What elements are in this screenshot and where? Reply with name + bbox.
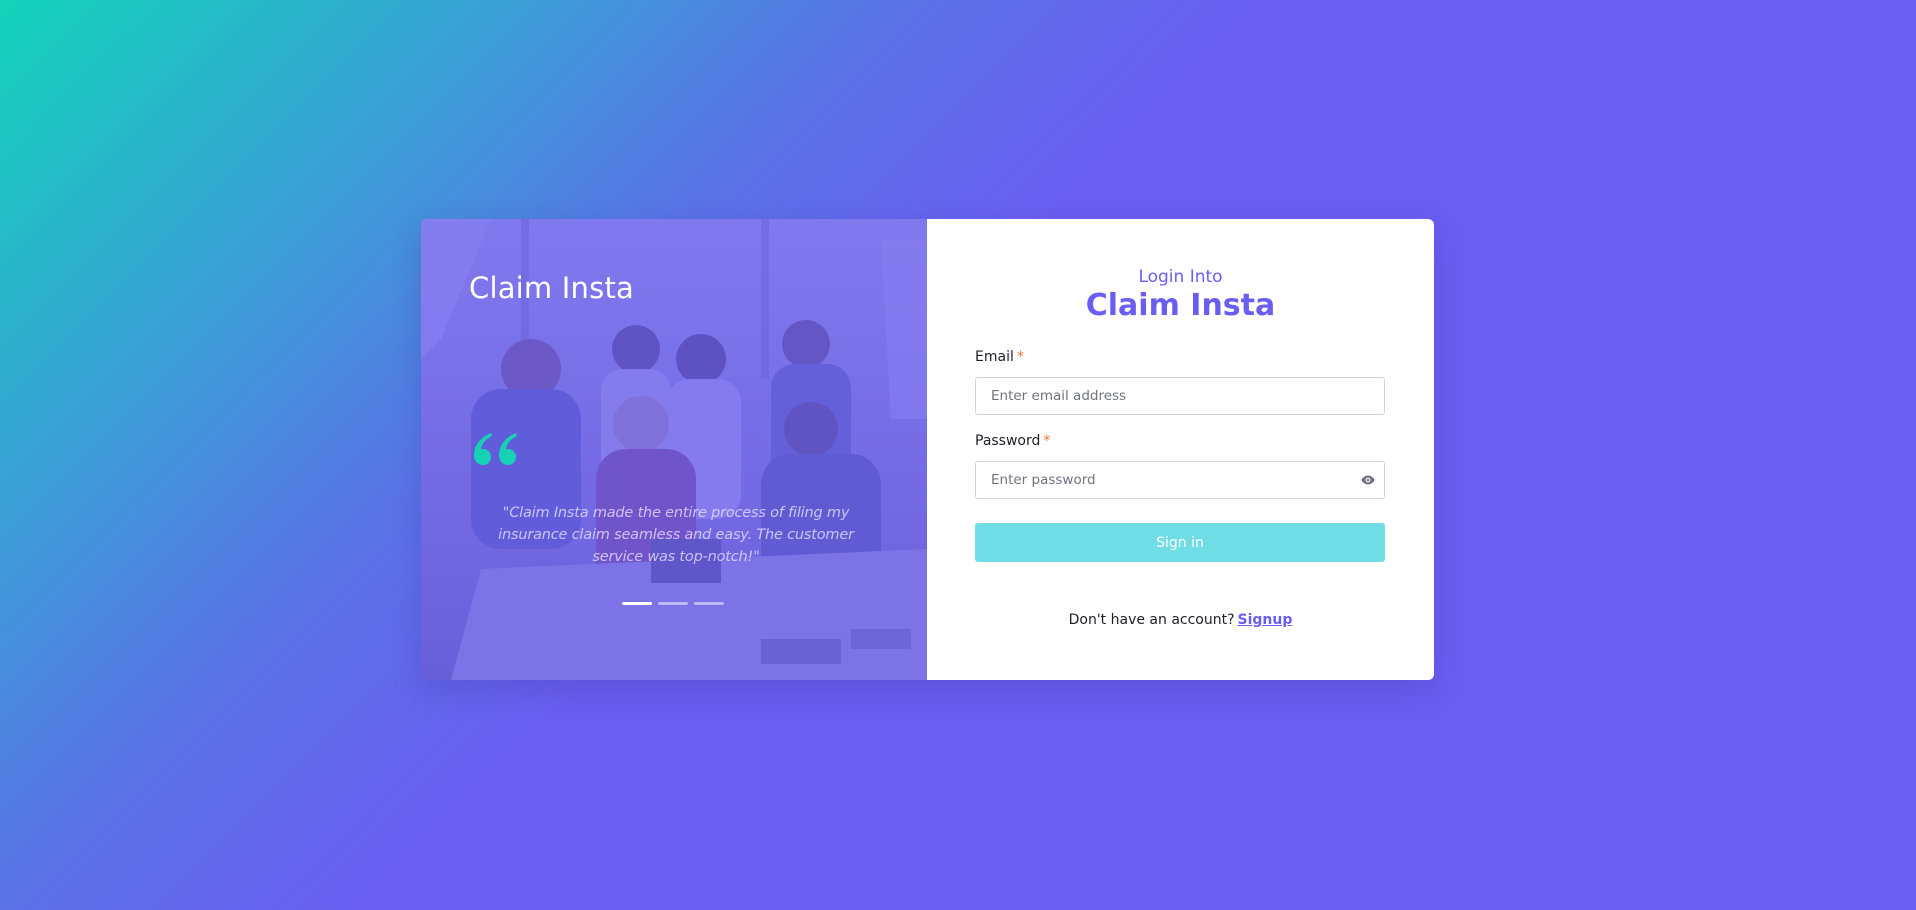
login-panel: Login Into Claim Insta Email* Password* … [927,219,1434,680]
login-pretitle: Login Into [1138,267,1223,287]
carousel-dot-2[interactable] [658,602,688,605]
password-label-text: Password [975,433,1041,449]
signup-prompt-text: Don't have an account? [1068,612,1235,628]
required-mark: * [1016,349,1024,365]
required-mark: * [1043,433,1051,449]
promo-panel: Claim Insta "Claim Insta made the entire… [421,219,927,680]
carousel-dot-3[interactable] [694,602,724,605]
login-card: Claim Insta "Claim Insta made the entire… [421,219,1434,680]
sign-in-button[interactable]: Sign in [975,523,1385,562]
email-label-text: Email [975,349,1014,365]
email-field[interactable] [975,377,1385,415]
carousel-indicators [622,602,724,605]
signup-link[interactable]: Signup [1238,612,1293,628]
eye-icon[interactable] [1361,475,1375,485]
brand-name: Claim Insta [469,271,634,305]
password-field[interactable] [975,461,1385,499]
password-label: Password * [975,433,1050,449]
testimonial-text: "Claim Insta made the entire process of … [498,505,854,565]
login-title: Claim Insta [1085,288,1276,323]
email-label: Email * [975,349,1024,365]
signup-prompt: Don't have an account? Signup [927,612,1434,628]
carousel-dot-1[interactable] [622,602,652,605]
quote-icon [474,433,517,465]
